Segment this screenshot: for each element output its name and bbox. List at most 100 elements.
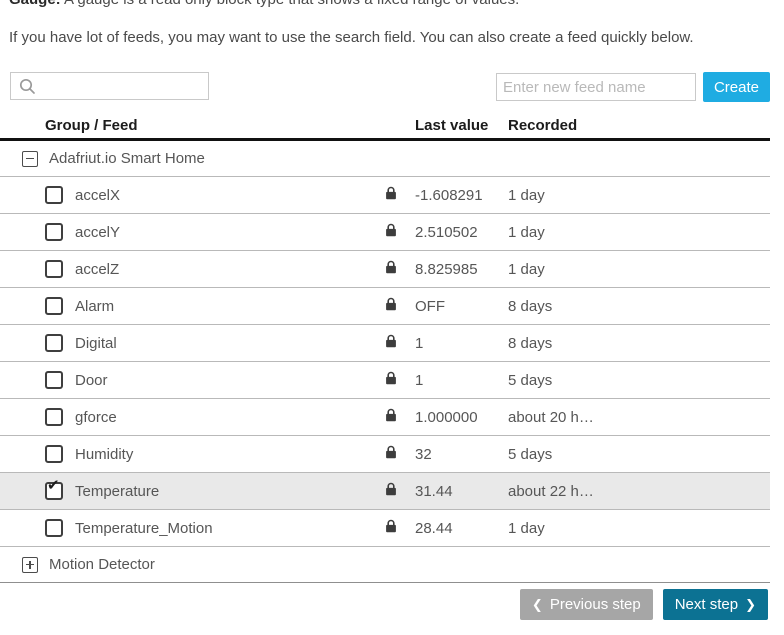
feed-last-value: 32 xyxy=(415,446,508,463)
feed-last-value: 1 xyxy=(415,335,508,352)
feed-checkbox[interactable]: ✔ xyxy=(45,334,63,352)
feed-name-cell: ✔ Door xyxy=(0,362,415,398)
table-header: Group / Feed Last value Recorded xyxy=(0,112,770,141)
feed-name: gforce xyxy=(75,409,117,426)
chevron-right-icon: ❯ xyxy=(745,598,756,611)
search-input[interactable] xyxy=(42,74,208,98)
feed-name-cell: ✔ accelY xyxy=(0,214,415,250)
lock-icon xyxy=(385,186,397,204)
lock-icon xyxy=(385,408,397,426)
feed-name: accelZ xyxy=(75,261,119,278)
table-row[interactable]: ✔ accelY 2.510502 1 day xyxy=(0,214,770,251)
lock-icon xyxy=(385,445,397,463)
feed-name: Alarm xyxy=(75,298,114,315)
feed-last-value: 1.000000 xyxy=(415,409,508,426)
wizard-footer: ❮ Previous step Next step ❯ xyxy=(520,589,768,620)
next-step-button[interactable]: Next step ❯ xyxy=(663,589,768,620)
expand-icon[interactable] xyxy=(22,557,38,573)
feed-checkbox[interactable]: ✔ xyxy=(45,186,63,204)
table-row[interactable]: ✔ Temperature 31.44 about 22 h… xyxy=(0,473,770,510)
table-row[interactable]: ✔ accelZ 8.825985 1 day xyxy=(0,251,770,288)
toolbar: Create xyxy=(10,72,770,102)
table-row[interactable]: ✔ Alarm OFF 8 days xyxy=(0,288,770,325)
group-name: Motion Detector xyxy=(49,556,155,573)
collapse-icon[interactable] xyxy=(22,151,38,167)
gauge-description-label: Gauge: xyxy=(9,0,61,8)
lock-icon xyxy=(385,482,397,500)
feed-last-value: -1.608291 xyxy=(415,187,508,204)
feed-last-value: 28.44 xyxy=(415,520,508,537)
feed-recorded: 1 day xyxy=(508,224,770,241)
gauge-feed-picker-page: Gauge: A gauge is a read only block type… xyxy=(0,0,784,635)
gauge-description: Gauge: A gauge is a read only block type… xyxy=(9,0,519,8)
feed-name: Temperature xyxy=(75,483,159,500)
feed-name: Humidity xyxy=(75,446,133,463)
table-row[interactable]: ✔ accelX -1.608291 1 day xyxy=(0,177,770,214)
table-row[interactable]: ✔ gforce 1.000000 about 20 h… xyxy=(0,399,770,436)
feed-checkbox[interactable]: ✔ xyxy=(45,482,63,500)
lock-icon xyxy=(385,297,397,315)
feed-recorded: about 20 h… xyxy=(508,409,770,426)
lock-icon xyxy=(385,260,397,278)
lock-icon xyxy=(385,223,397,241)
previous-step-button[interactable]: ❮ Previous step xyxy=(520,589,653,620)
feed-checkbox[interactable]: ✔ xyxy=(45,408,63,426)
feed-checkbox[interactable]: ✔ xyxy=(45,519,63,537)
group-name: Adafriut.io Smart Home xyxy=(49,150,205,167)
feed-recorded: 5 days xyxy=(508,372,770,389)
search-box[interactable] xyxy=(10,72,209,100)
column-header-recorded: Recorded xyxy=(508,117,770,134)
new-feed-area: Create xyxy=(496,72,770,102)
feed-checkbox[interactable]: ✔ xyxy=(45,371,63,389)
lock-icon xyxy=(385,371,397,389)
feed-recorded: 1 day xyxy=(508,187,770,204)
feed-recorded: 5 days xyxy=(508,446,770,463)
chevron-left-icon: ❮ xyxy=(532,598,543,611)
feed-name: Digital xyxy=(75,335,117,352)
new-feed-input[interactable] xyxy=(496,73,696,101)
table-row[interactable]: ✔ Door 1 5 days xyxy=(0,362,770,399)
table-row[interactable]: ✔ Temperature_Motion 28.44 1 day xyxy=(0,510,770,547)
gauge-description-text: A gauge is a read only block type that s… xyxy=(61,0,520,8)
help-text: If you have lot of feeds, you may want t… xyxy=(9,29,694,46)
feed-checkbox[interactable]: ✔ xyxy=(45,445,63,463)
feed-name: Door xyxy=(75,372,108,389)
feed-name-cell: ✔ gforce xyxy=(0,399,415,435)
feed-last-value: 8.825985 xyxy=(415,261,508,278)
feed-name: accelY xyxy=(75,224,120,241)
feed-checkbox[interactable]: ✔ xyxy=(45,223,63,241)
feed-recorded: about 22 h… xyxy=(508,483,770,500)
group-row[interactable]: Motion Detector xyxy=(0,547,770,583)
feed-name-cell: ✔ Temperature_Motion xyxy=(0,510,415,546)
feed-name-cell: ✔ accelZ xyxy=(0,251,415,287)
checkmark-icon: ✔ xyxy=(47,478,60,493)
search-icon xyxy=(19,78,36,95)
feed-checkbox[interactable]: ✔ xyxy=(45,297,63,315)
feed-recorded: 8 days xyxy=(508,335,770,352)
feed-recorded: 1 day xyxy=(508,520,770,537)
feed-last-value: OFF xyxy=(415,298,508,315)
feed-last-value: 1 xyxy=(415,372,508,389)
feed-recorded: 1 day xyxy=(508,261,770,278)
feed-table: Group / Feed Last value Recorded Adafriu… xyxy=(0,112,770,583)
feed-last-value: 2.510502 xyxy=(415,224,508,241)
column-header-group-feed: Group / Feed xyxy=(0,117,415,134)
feed-name-cell: ✔ accelX xyxy=(0,177,415,213)
lock-icon xyxy=(385,334,397,352)
feed-name-cell: ✔ Digital xyxy=(0,325,415,361)
table-row[interactable]: ✔ Humidity 32 5 days xyxy=(0,436,770,473)
column-header-last-value: Last value xyxy=(415,117,508,134)
feed-name-cell: ✔ Alarm xyxy=(0,288,415,324)
table-row[interactable]: ✔ Digital 1 8 days xyxy=(0,325,770,362)
lock-icon xyxy=(385,519,397,537)
feed-name-cell: ✔ Humidity xyxy=(0,436,415,472)
group-row[interactable]: Adafriut.io Smart Home xyxy=(0,141,770,177)
feed-checkbox[interactable]: ✔ xyxy=(45,260,63,278)
feed-name-cell: ✔ Temperature xyxy=(0,473,415,509)
feed-last-value: 31.44 xyxy=(415,483,508,500)
create-feed-button[interactable]: Create xyxy=(703,72,770,102)
next-step-label: Next step xyxy=(675,596,738,613)
feed-recorded: 8 days xyxy=(508,298,770,315)
previous-step-label: Previous step xyxy=(550,596,641,613)
feed-name: accelX xyxy=(75,187,120,204)
